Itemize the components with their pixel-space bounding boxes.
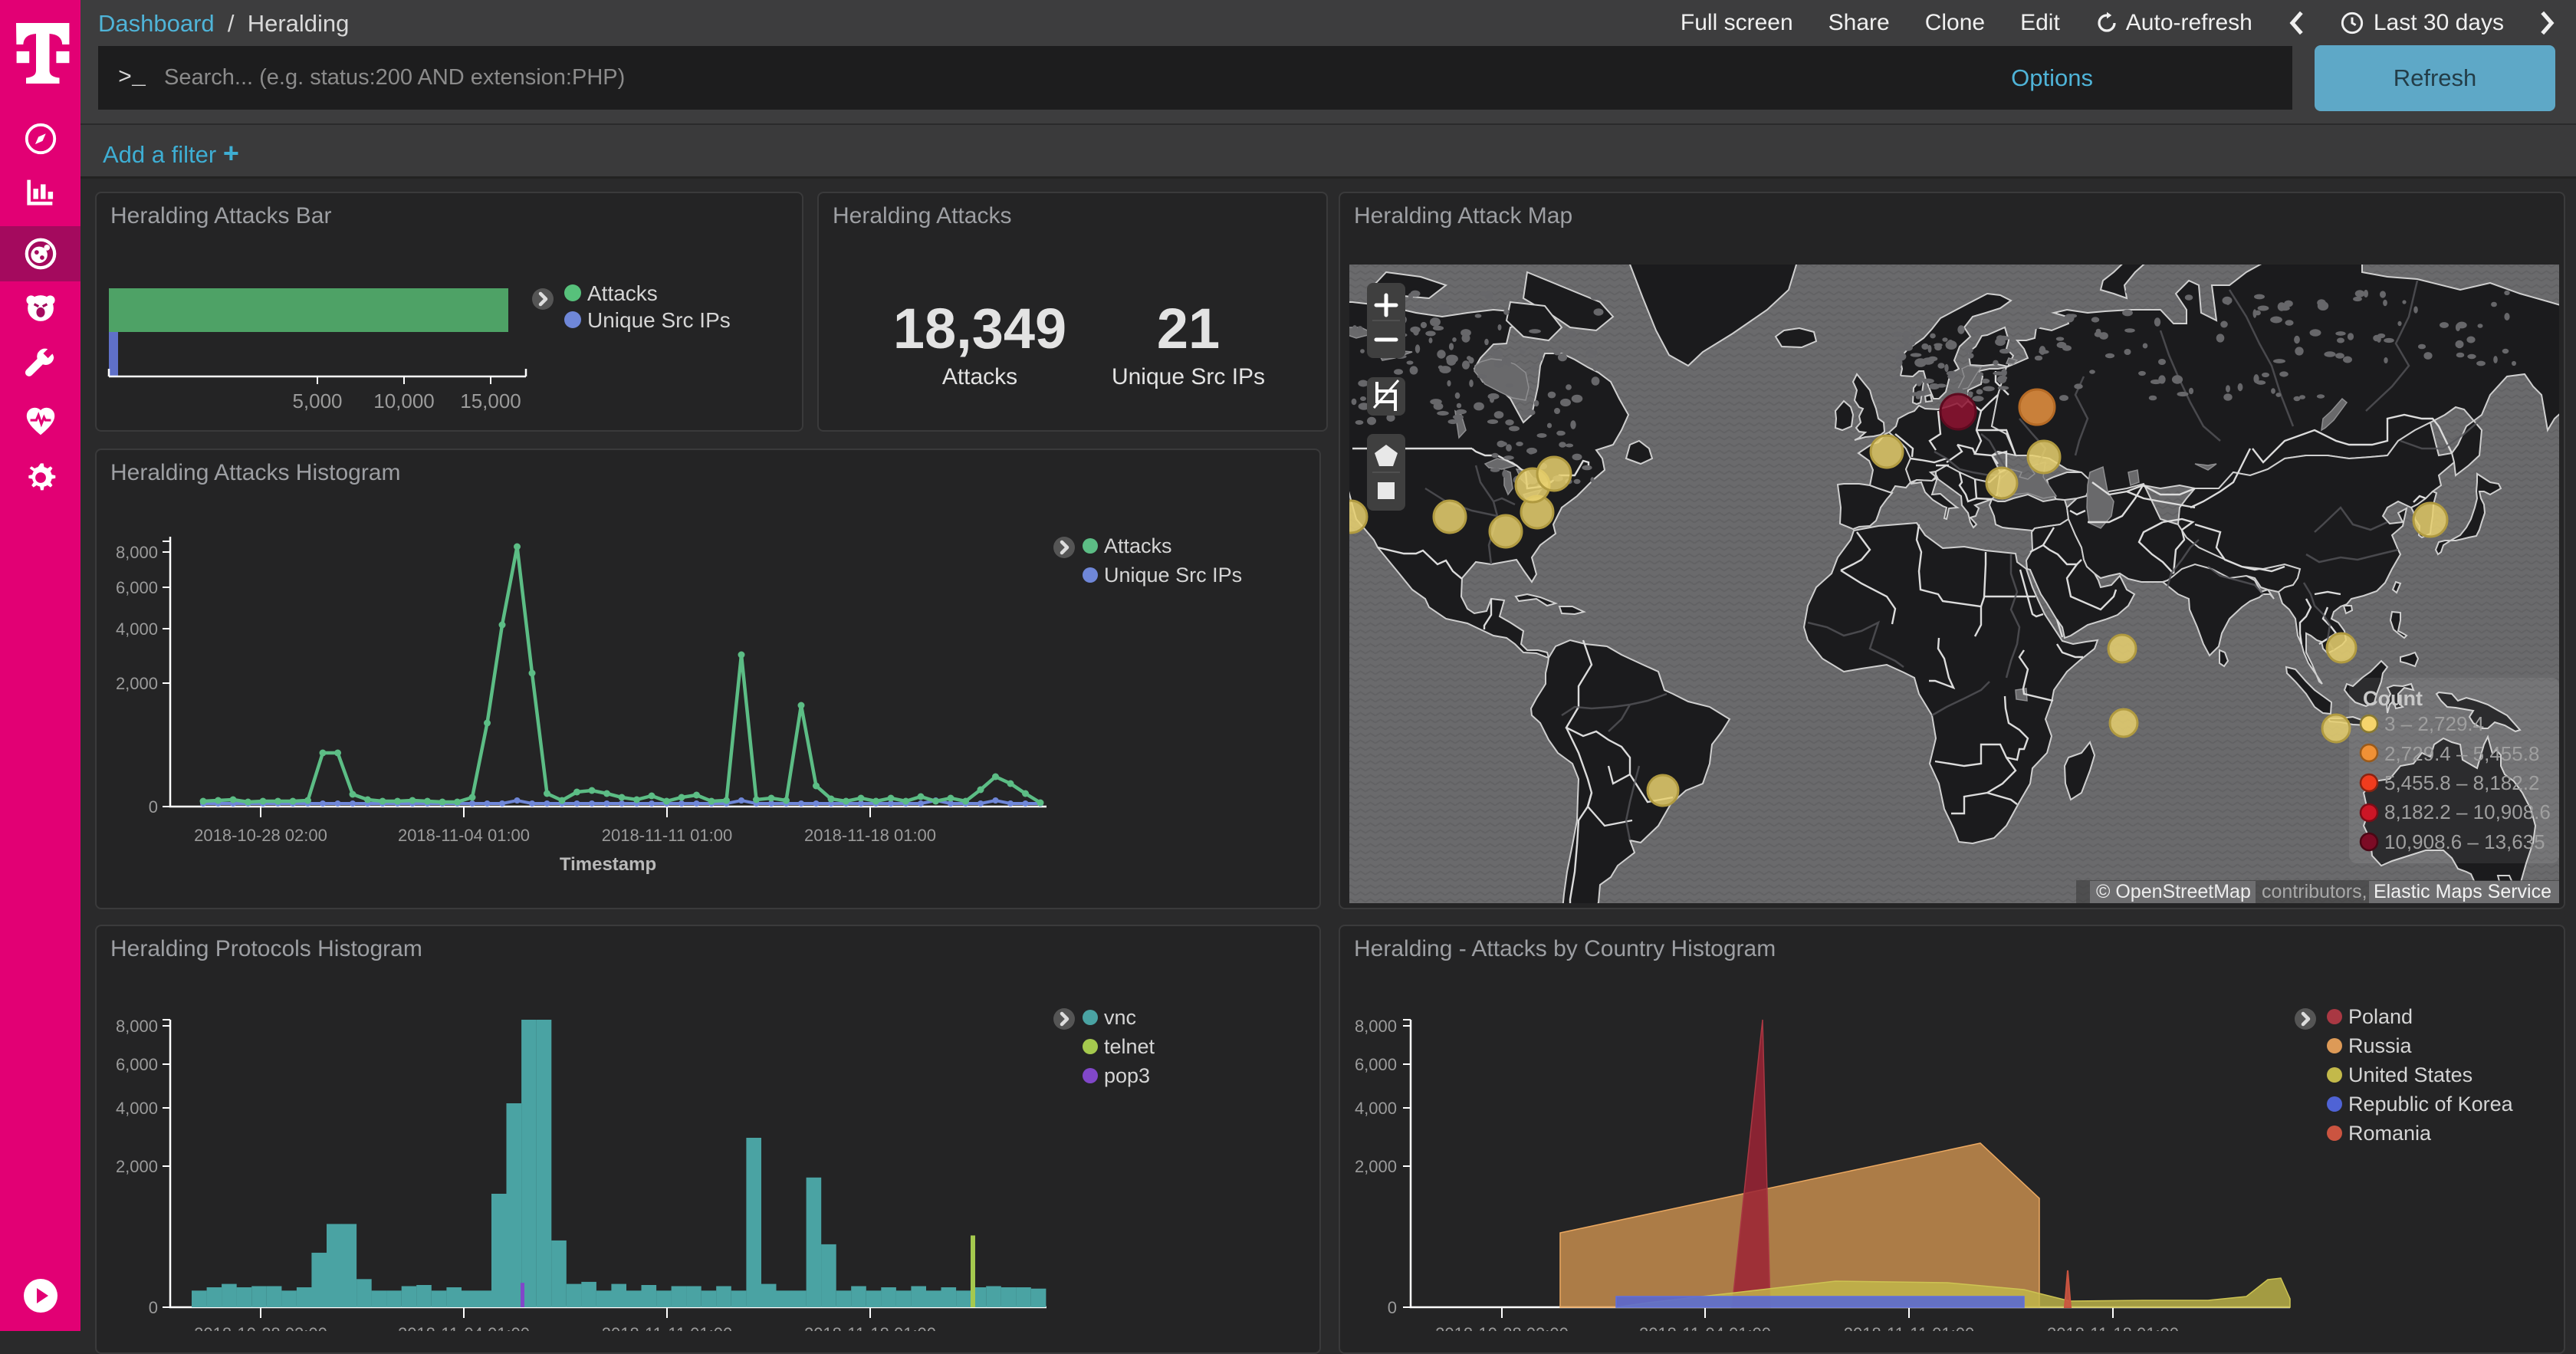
svg-text:2018-11-11 01:00: 2018-11-11 01:00 — [602, 826, 732, 845]
svg-text:2018-10-28 02:00: 2018-10-28 02:00 — [194, 1324, 327, 1331]
svg-text:8,000: 8,000 — [116, 1017, 158, 1036]
svg-text:2018-11-11 01:00: 2018-11-11 01:00 — [1844, 1324, 1974, 1331]
svg-text:2018-11-18 01:00: 2018-11-18 01:00 — [804, 826, 936, 845]
svg-text:5,455.8 – 8,182.2: 5,455.8 – 8,182.2 — [2384, 771, 2539, 794]
svg-text:2,000: 2,000 — [116, 674, 158, 693]
svg-text:vnc: vnc — [1104, 1006, 1136, 1029]
svg-text:4,000: 4,000 — [1355, 1099, 1397, 1118]
svg-text:2,000: 2,000 — [116, 1157, 158, 1176]
svg-text:Attacks: Attacks — [587, 281, 658, 305]
svg-text:Attacks: Attacks — [1104, 534, 1172, 557]
svg-text:10,000: 10,000 — [373, 389, 435, 412]
svg-text:telnet: telnet — [1104, 1035, 1155, 1058]
svg-text:Romania: Romania — [2348, 1122, 2432, 1145]
svg-text:Republic of Korea: Republic of Korea — [2348, 1093, 2514, 1116]
svg-text:0: 0 — [149, 1298, 158, 1317]
svg-text:10,908.6 – 13,635: 10,908.6 – 13,635 — [2384, 830, 2545, 853]
svg-text:0: 0 — [1388, 1298, 1397, 1317]
svg-text:8,000: 8,000 — [1355, 1017, 1397, 1036]
svg-text:6,000: 6,000 — [116, 578, 158, 597]
svg-text:3 – 2,729.4: 3 – 2,729.4 — [2384, 712, 2484, 735]
svg-text:8,182.2 – 10,908.6: 8,182.2 – 10,908.6 — [2384, 800, 2551, 823]
svg-text:Unique Src IPs: Unique Src IPs — [1104, 564, 1242, 587]
svg-text:2,000: 2,000 — [1355, 1157, 1397, 1176]
svg-text:pop3: pop3 — [1104, 1064, 1150, 1087]
svg-text:8,000: 8,000 — [116, 543, 158, 562]
svg-text:2018-11-04 01:00: 2018-11-04 01:00 — [1639, 1324, 1771, 1331]
svg-text:6,000: 6,000 — [116, 1055, 158, 1074]
svg-text:Poland: Poland — [2348, 1005, 2413, 1028]
svg-text:contributors,: contributors, — [2262, 881, 2367, 902]
svg-text:2018-11-04 01:00: 2018-11-04 01:00 — [398, 826, 530, 845]
svg-text:2018-10-28 02:00: 2018-10-28 02:00 — [194, 826, 327, 845]
svg-text:Timestamp: Timestamp — [560, 854, 656, 875]
svg-text:5,000: 5,000 — [292, 389, 342, 412]
svg-text:Elastic Maps Service: Elastic Maps Service — [2374, 881, 2551, 902]
svg-text:Russia: Russia — [2348, 1034, 2413, 1057]
svg-text:2018-11-11 01:00: 2018-11-11 01:00 — [602, 1324, 732, 1331]
svg-text:0: 0 — [149, 797, 158, 817]
svg-text:2018-11-04 01:00: 2018-11-04 01:00 — [398, 1324, 530, 1331]
svg-text:United States: United States — [2348, 1063, 2472, 1086]
svg-text:2018-11-18 01:00: 2018-11-18 01:00 — [2047, 1324, 2179, 1331]
svg-text:Unique Src IPs: Unique Src IPs — [587, 308, 731, 332]
svg-text:4,000: 4,000 — [116, 1099, 158, 1118]
svg-text:2018-10-28 02:00: 2018-10-28 02:00 — [1435, 1324, 1569, 1331]
svg-text:2018-11-18 01:00: 2018-11-18 01:00 — [804, 1324, 936, 1331]
svg-text:© OpenStreetMap: © OpenStreetMap — [2096, 881, 2251, 902]
svg-text:Count: Count — [2363, 687, 2423, 710]
svg-text:15,000: 15,000 — [460, 389, 521, 412]
svg-text:2,729.4 – 5,455.8: 2,729.4 – 5,455.8 — [2384, 742, 2539, 765]
svg-text:4,000: 4,000 — [116, 619, 158, 639]
svg-text:6,000: 6,000 — [1355, 1055, 1397, 1074]
